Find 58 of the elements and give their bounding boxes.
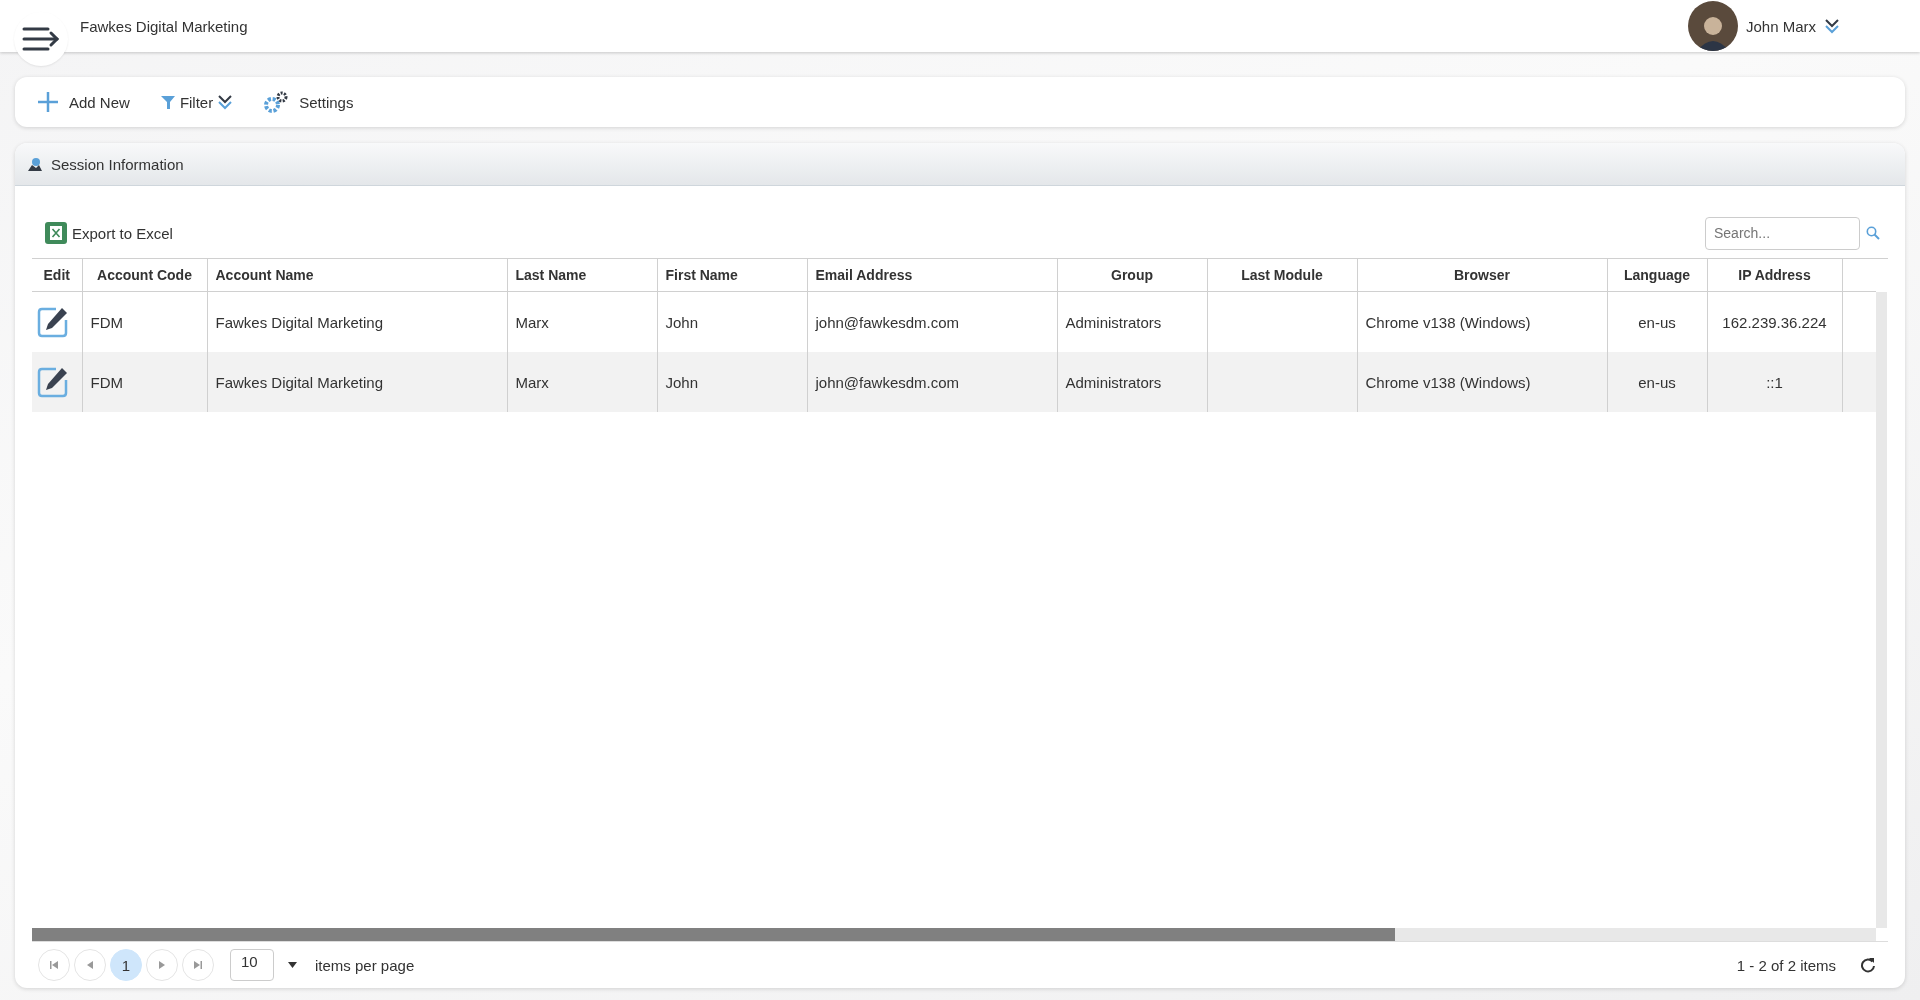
table-cell: FDM: [82, 352, 207, 412]
table-cell: Fawkes Digital Marketing: [207, 352, 507, 412]
last-page-button[interactable]: [182, 949, 214, 981]
table-cell: john@fawkesdm.com: [807, 352, 1057, 412]
horizontal-scrollbar[interactable]: [32, 928, 1876, 941]
edit-icon: [36, 305, 70, 339]
column-header[interactable]: Language: [1607, 259, 1707, 292]
pager-summary: 1 - 2 of 2 items: [1736, 956, 1836, 974]
search-field[interactable]: Search...: [1705, 216, 1860, 250]
column-header[interactable]: Last Name: [507, 259, 657, 292]
first-page-icon: [49, 960, 59, 970]
column-header[interactable]: Browser: [1357, 259, 1607, 292]
table-cell: en-us: [1607, 352, 1707, 412]
page-button[interactable]: 1: [110, 949, 142, 981]
column-header[interactable]: First Name: [657, 259, 807, 292]
dropdown-arrow-icon: [288, 962, 297, 968]
edit-icon: [36, 365, 70, 399]
page-size-label: items per page: [315, 956, 415, 974]
toolbar-button[interactable]: Settings: [259, 86, 358, 118]
table-cell: ::1: [1707, 352, 1842, 412]
refresh-button[interactable]: [1860, 957, 1876, 973]
company-name: Fawkes Digital Marketing: [80, 17, 248, 35]
export-button[interactable]: Export to Excel: [32, 221, 173, 245]
column-header[interactable]: Last Module: [1207, 259, 1357, 292]
column-header[interactable]: Email Address: [807, 259, 1057, 292]
column-header[interactable]: Group: [1057, 259, 1207, 292]
search-icon: [1866, 226, 1880, 240]
previous-page-icon: [85, 960, 95, 970]
first-page-button[interactable]: [38, 949, 70, 981]
page-size-field[interactable]: 10: [230, 949, 274, 981]
refresh-icon: [1860, 957, 1876, 973]
edit-button[interactable]: [36, 305, 70, 339]
user-name[interactable]: John Marx: [1745, 17, 1816, 35]
column-header[interactable]: Edit: [32, 259, 82, 292]
scrollbar-thumb[interactable]: [32, 928, 1395, 941]
plus-icon: [37, 91, 59, 113]
edit-button[interactable]: [36, 365, 70, 399]
next-page-icon: [157, 960, 167, 970]
last-page-icon: [193, 960, 203, 970]
double-chevron-icon: [1824, 18, 1840, 34]
toolbar-button[interactable]: Filter: [155, 89, 238, 115]
menu-icon: [22, 26, 60, 52]
table-cell: Administrators: [1057, 352, 1207, 412]
previous-page-button[interactable]: [74, 949, 106, 981]
panel-title: Session Information: [51, 155, 184, 173]
column-header[interactable]: Account Code: [82, 259, 207, 292]
table-cell: Marx: [507, 352, 657, 412]
toolbar-button[interactable]: Add New: [33, 87, 134, 117]
gears-icon: [263, 90, 290, 114]
next-page-button[interactable]: [146, 949, 178, 981]
table-cell: Chrome v138 (Windows): [1357, 352, 1607, 412]
double-chevron-icon: [217, 94, 234, 110]
table-cell: John: [657, 352, 807, 412]
filter-icon: [159, 94, 176, 110]
spreadsheet-icon: [44, 221, 68, 245]
vertical-scrollbar[interactable]: [1876, 292, 1887, 928]
column-header[interactable]: IP Address: [1707, 259, 1842, 292]
column-header[interactable]: Account Name: [207, 259, 507, 292]
